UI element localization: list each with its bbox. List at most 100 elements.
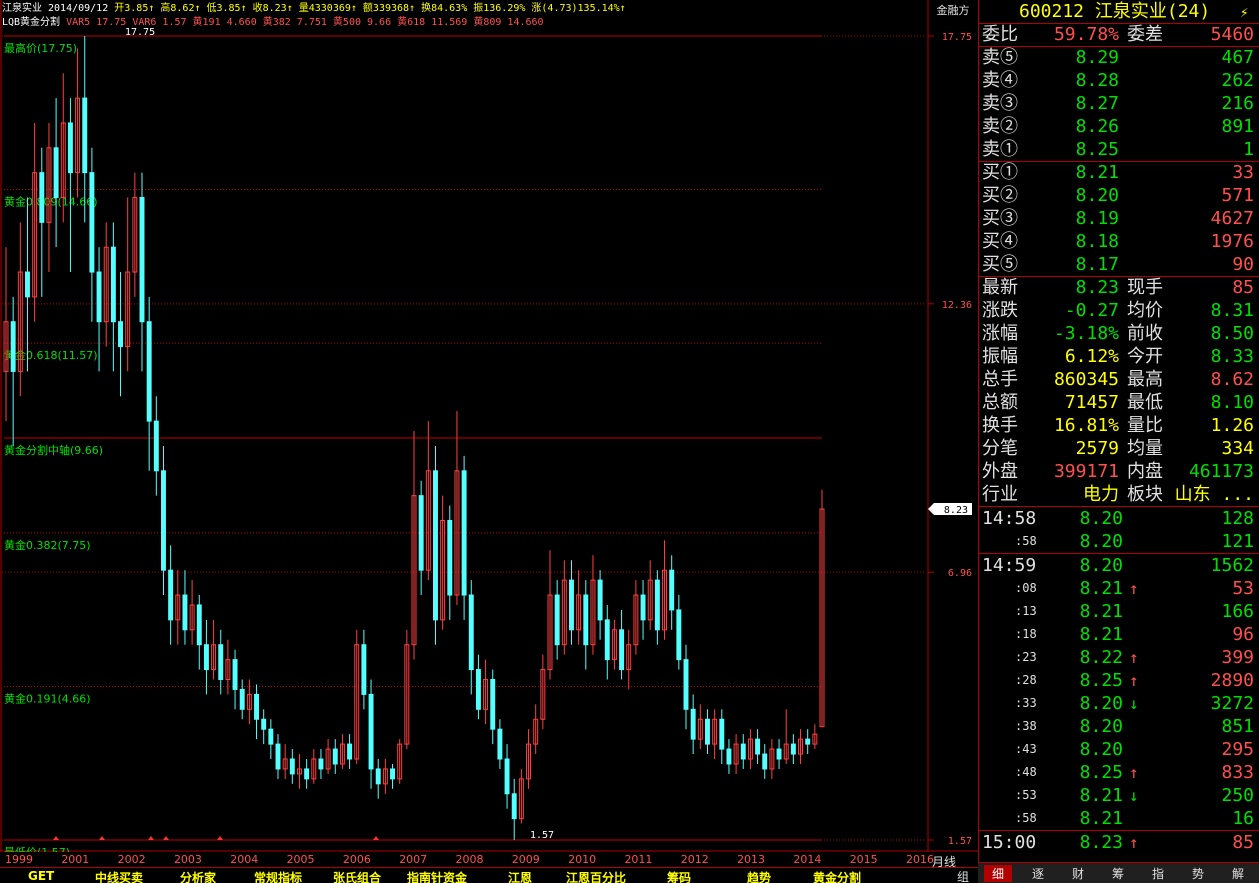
golden-line-label: 黄金分割中轴(9.66) — [4, 443, 103, 457]
candle-body — [418, 495, 424, 571]
tick-volume: 399 — [1221, 647, 1254, 668]
indicator-button[interactable]: 常规指标 — [254, 869, 302, 883]
candle-body — [790, 743, 796, 755]
tick-row[interactable]: :23 8.22 ↑ 399 — [979, 646, 1259, 669]
order-diff-label: 委差 — [1127, 24, 1163, 45]
ask-row[interactable]: 卖② 8.26 891 — [979, 115, 1259, 138]
bid-level-label: 买② — [982, 185, 1018, 206]
panel-tab[interactable]: 势 — [1184, 865, 1212, 882]
tick-time: 14:58 — [982, 508, 1037, 529]
indicator-button[interactable]: 张氏组合 — [333, 869, 381, 883]
tick-row[interactable]: :48 8.25 ↑ 833 — [979, 761, 1259, 784]
candle-body — [511, 793, 517, 820]
bid-price: 8.21 — [1075, 162, 1119, 183]
tick-time: :23 — [1015, 650, 1037, 664]
indicator-button[interactable]: 黄金分割 — [813, 869, 861, 883]
ask-row[interactable]: 卖⑤ 8.29 467 — [979, 46, 1259, 69]
ask-price: 8.25 — [1075, 139, 1119, 160]
panel-tab[interactable]: 解 — [1224, 865, 1252, 882]
tick-row[interactable]: :33 8.20 ↓ 3272 — [979, 692, 1259, 715]
year-label: 2007 — [399, 853, 428, 866]
year-label: 2013 — [737, 853, 766, 866]
lightning-icon[interactable]: ⚡ — [1240, 2, 1256, 21]
tick-row[interactable]: :58 8.20 121 — [979, 530, 1259, 553]
golden-line-label: 黄金0.382(7.75) — [4, 538, 91, 552]
ask-level-label: 卖① — [982, 139, 1018, 160]
candle-body — [497, 728, 503, 760]
tick-row[interactable]: :18 8.21 96 — [979, 623, 1259, 646]
kline-chart[interactable]: 金融方17.7512.366.961.57最高价(17.75)黄金0.809(1… — [0, 0, 978, 852]
stat-value: -3.18% — [1053, 323, 1119, 344]
tick-row[interactable]: :13 8.21 166 — [979, 600, 1259, 623]
indicator-button[interactable]: 指南针资金 — [407, 869, 467, 883]
arrow-up-icon: ↑ — [1129, 671, 1139, 690]
bid-row[interactable]: 买④ 8.18 1976 — [979, 230, 1259, 253]
tick-time: :08 — [1015, 581, 1037, 595]
indicator-button[interactable]: 分析家 — [180, 869, 216, 883]
stock-title-text: 600212 江泉实业(24) — [1019, 1, 1211, 22]
tick-row[interactable]: :38 8.20 851 — [979, 715, 1259, 738]
candle-body — [218, 644, 224, 680]
tick-row[interactable]: :28 8.25 ↑ 2890 — [979, 669, 1259, 692]
bid-row[interactable]: 买② 8.20 571 — [979, 184, 1259, 207]
tick-price: 8.20 — [1079, 716, 1123, 737]
stat-label: 均价 — [1127, 300, 1163, 321]
tick-row[interactable]: :08 8.21 ↑ 53 — [979, 577, 1259, 600]
year-label: 2011 — [624, 853, 653, 866]
stat-label: 量比 — [1127, 415, 1163, 436]
indicator-button[interactable]: 筹码 — [667, 869, 691, 883]
bid-row[interactable]: 买③ 8.19 4627 — [979, 207, 1259, 230]
candle-body — [475, 669, 481, 710]
ask-row[interactable]: 卖③ 8.27 216 — [979, 92, 1259, 115]
group-label[interactable]: 组 — [957, 868, 969, 883]
tick-row[interactable]: :53 8.21 ↓ 250 — [979, 784, 1259, 807]
signal-marker — [99, 836, 105, 840]
tick-row[interactable]: 15:00 8.23 ↑ 85 — [979, 831, 1259, 854]
indicator-button[interactable]: 趋势 — [747, 869, 771, 883]
tick-row[interactable]: :58 8.21 16 — [979, 807, 1259, 830]
panel-tab[interactable]: 细 — [984, 865, 1012, 882]
indicator-button[interactable]: 中线买卖 — [95, 869, 143, 883]
bid-volume: 33 — [1232, 162, 1254, 183]
price-axis-label: 12.36 — [942, 300, 972, 311]
ask-level-label: 卖④ — [982, 70, 1018, 91]
indicator-button[interactable]: 江恩百分比 — [566, 869, 626, 883]
panel-tab[interactable]: 财 — [1064, 865, 1092, 882]
panel-tab[interactable]: 逐 — [1024, 865, 1052, 882]
tick-row[interactable]: 14:58 8.20 128 — [979, 507, 1259, 530]
indicator-button[interactable]: 江恩 — [508, 869, 532, 883]
candle-body — [361, 644, 367, 695]
arrow-down-icon: ↓ — [1129, 694, 1139, 713]
stat-label: 板块 — [1127, 484, 1163, 505]
indicator-button[interactable]: GET — [28, 869, 54, 883]
ask-row[interactable]: 卖④ 8.28 262 — [979, 69, 1259, 92]
tick-volume: 85 — [1232, 832, 1254, 853]
panel-tab[interactable]: 筹 — [1104, 865, 1132, 882]
price-summary-line: 江泉实业 2014/09/12 开3.85↑ 高8.62↑ 低3.85↑ 收8.… — [2, 1, 626, 16]
tick-volume: 833 — [1221, 762, 1254, 783]
tick-row[interactable]: :43 8.20 295 — [979, 738, 1259, 761]
panel-tab[interactable]: 指 — [1144, 865, 1172, 882]
tick-price: 8.21 — [1079, 601, 1123, 622]
candle-body — [705, 718, 710, 745]
ask-volume: 891 — [1221, 116, 1254, 137]
stat-label: 外盘 — [982, 461, 1018, 482]
tick-row[interactable]: 14:59 8.20 1562 — [979, 554, 1259, 577]
golden-line-label: 黄金0.191(4.66) — [4, 691, 91, 705]
stat-label: 总手 — [982, 369, 1018, 390]
ask-volume: 216 — [1221, 93, 1254, 114]
bid-row[interactable]: 买⑤ 8.17 90 — [979, 253, 1259, 276]
bid-volume: 1976 — [1210, 231, 1254, 252]
tick-price: 8.21 — [1079, 578, 1123, 599]
tick-price: 8.20 — [1079, 693, 1123, 714]
bid-row[interactable]: 买① 8.21 33 — [979, 161, 1259, 184]
candle-body — [683, 659, 689, 710]
candle-body — [719, 718, 725, 750]
bid-price: 8.19 — [1075, 208, 1119, 229]
candle-body — [39, 172, 45, 223]
candle-body — [25, 271, 30, 298]
bid-volume: 571 — [1221, 185, 1254, 206]
candle-body — [776, 748, 782, 760]
stat-value: 8.33 — [1210, 346, 1254, 367]
ask-row[interactable]: 卖① 8.25 1 — [979, 138, 1259, 161]
